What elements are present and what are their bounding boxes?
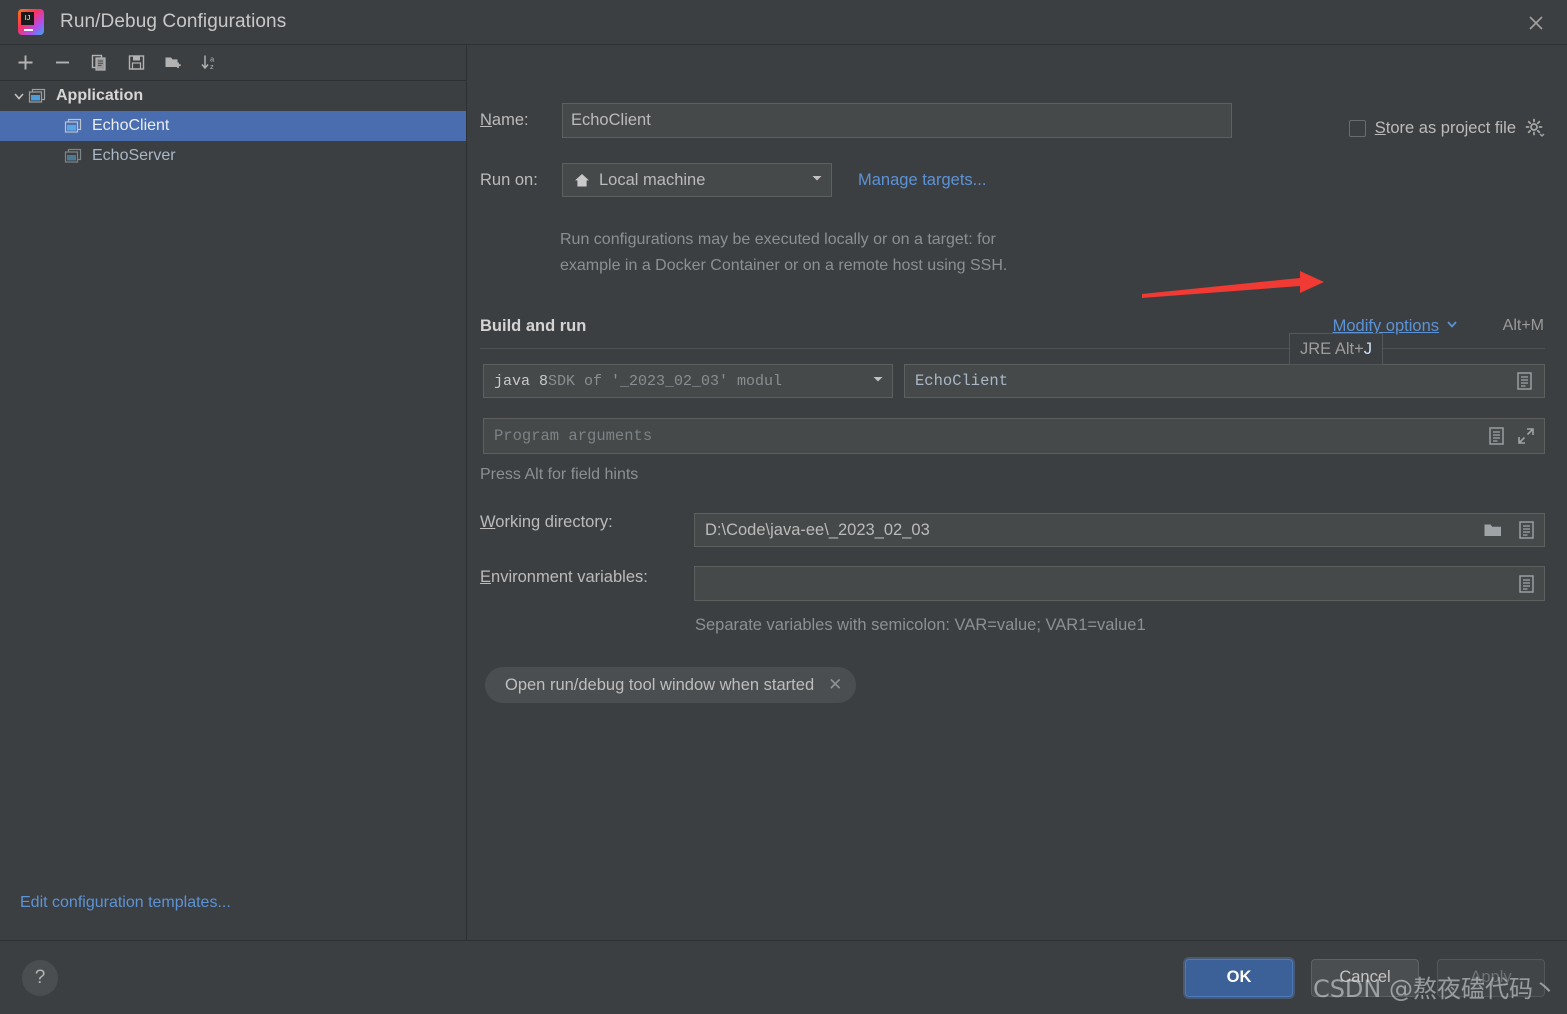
main-class-field-icons (1514, 370, 1534, 392)
jre-hint-text: JRE Alt+ (1300, 339, 1364, 358)
program-arguments-field-icons (1486, 425, 1536, 447)
home-icon (573, 172, 591, 189)
working-directory-field-icons (1482, 519, 1536, 541)
sort-configurations-button[interactable]: a z (195, 49, 225, 77)
jre-primary-text: java 8 (494, 372, 549, 390)
program-arguments-placeholder: Program arguments (494, 427, 653, 445)
name-input[interactable]: EchoClient (562, 103, 1232, 138)
window-stack-icon (64, 118, 82, 135)
window-stack-icon (64, 148, 82, 165)
folder-browse-icon[interactable] (1482, 520, 1504, 540)
dialog-body: a z Application EchoClient EchoServer Ed… (0, 45, 1567, 940)
environment-variables-row: Environment variables: (480, 568, 648, 587)
jre-shortcut-hint: JRE Alt+ J (1289, 333, 1383, 365)
tree-group-label: Application (56, 87, 144, 104)
chevron-down-icon[interactable] (1445, 317, 1459, 336)
gear-icon[interactable] (1525, 118, 1545, 138)
configuration-editor-panel: Name: EchoClient Store as project file R… (467, 45, 1567, 940)
intellij-idea-logo-icon (18, 9, 44, 35)
copy-configuration-button[interactable] (84, 49, 114, 77)
working-directory-label: Working directory: (480, 513, 613, 531)
environment-variables-input[interactable] (694, 566, 1545, 601)
expand-editor-icon[interactable] (1516, 426, 1536, 446)
svg-text:z: z (210, 62, 214, 71)
working-directory-input[interactable]: D:\Code\java-ee\_2023_02_03 (694, 513, 1545, 547)
cancel-button[interactable]: Cancel (1311, 958, 1419, 997)
tree-group-application[interactable]: Application (0, 81, 466, 111)
macro-list-icon[interactable] (1486, 425, 1506, 447)
environment-variables-label: Environment variables: (480, 568, 648, 586)
store-as-project-file-label: Store as project file (1374, 118, 1516, 137)
dialog-footer: ? OK Cancel Apply (0, 940, 1567, 1014)
name-label: Name: (480, 111, 529, 129)
open-run-debug-tool-window-chip[interactable]: Open run/debug tool window when started … (485, 667, 857, 703)
save-configuration-button[interactable] (121, 49, 151, 77)
remove-configuration-button[interactable] (47, 49, 77, 77)
chevron-down-icon[interactable] (10, 89, 28, 103)
window-title-bar: Run/Debug Configurations (0, 0, 1567, 45)
footer-button-group: OK Cancel Apply (1185, 958, 1545, 997)
close-icon[interactable] (1505, 0, 1567, 45)
configurations-panel: a z Application EchoClient EchoServer Ed… (0, 45, 467, 940)
add-configuration-button[interactable] (10, 49, 40, 77)
jre-hint-accent: J (1363, 339, 1372, 358)
macro-list-icon[interactable] (1516, 519, 1536, 541)
tree-item-echoserver[interactable]: EchoServer (0, 141, 466, 171)
macro-list-icon[interactable] (1516, 573, 1536, 595)
store-as-project-file-row: Store as project file (1348, 118, 1545, 138)
press-alt-hint: Press Alt for field hints (480, 466, 639, 483)
build-and-run-section-title: Build and run (480, 317, 587, 335)
edit-configuration-templates-link[interactable]: Edit configuration templates... (20, 894, 231, 912)
macro-list-icon[interactable] (1514, 370, 1534, 392)
help-button[interactable]: ? (22, 959, 58, 996)
chip-label: Open run/debug tool window when started (505, 675, 815, 694)
apply-button: Apply (1437, 958, 1545, 997)
run-on-label: Run on: (480, 170, 538, 189)
run-on-row: Run on: Local machine Manage targets... (480, 163, 986, 197)
configurations-tree: Application EchoClient EchoServer (0, 81, 466, 940)
store-as-project-file-checkbox[interactable] (1348, 119, 1366, 137)
tree-item-echoclient[interactable]: EchoClient (0, 111, 466, 141)
environment-variables-hint: Separate variables with semicolon: VAR=v… (695, 616, 1146, 634)
ok-button[interactable]: OK (1185, 958, 1293, 997)
modify-options-shortcut: Alt+M (1502, 317, 1544, 334)
program-arguments-input[interactable]: Program arguments (483, 418, 1545, 454)
move-into-folder-button[interactable] (158, 49, 188, 77)
manage-targets-link[interactable]: Manage targets... (858, 171, 986, 190)
main-class-input[interactable]: EchoClient (904, 364, 1545, 398)
run-on-helper-line2: example in a Docker Container or on a re… (560, 257, 1008, 274)
working-directory-row: Working directory: (480, 513, 694, 532)
run-on-value: Local machine (599, 170, 706, 189)
tree-item-label: EchoClient (92, 117, 170, 134)
jre-secondary-text: SDK of '_2023_02_03' modul (548, 372, 783, 390)
main-class-value: EchoClient (915, 372, 1009, 390)
window-title: Run/Debug Configurations (60, 11, 287, 32)
tree-item-label: EchoServer (92, 147, 176, 164)
window-stack-icon (28, 88, 46, 105)
environment-variables-field-icons (1516, 573, 1536, 595)
run-on-helper-line1: Run configurations may be executed local… (560, 231, 996, 248)
section-divider (480, 348, 1545, 349)
close-small-icon[interactable]: ✕ (828, 675, 842, 695)
configurations-toolbar: a z (0, 45, 466, 81)
working-directory-value: D:\Code\java-ee\_2023_02_03 (705, 520, 930, 539)
run-on-helper-text: Run configurations may be executed local… (560, 227, 1260, 279)
chevron-down-icon[interactable] (866, 371, 886, 392)
chevron-down-icon[interactable] (809, 170, 825, 191)
run-on-dropdown[interactable]: Local machine (562, 163, 832, 197)
jre-dropdown[interactable]: java 8 SDK of '_2023_02_03' modul (483, 364, 893, 398)
